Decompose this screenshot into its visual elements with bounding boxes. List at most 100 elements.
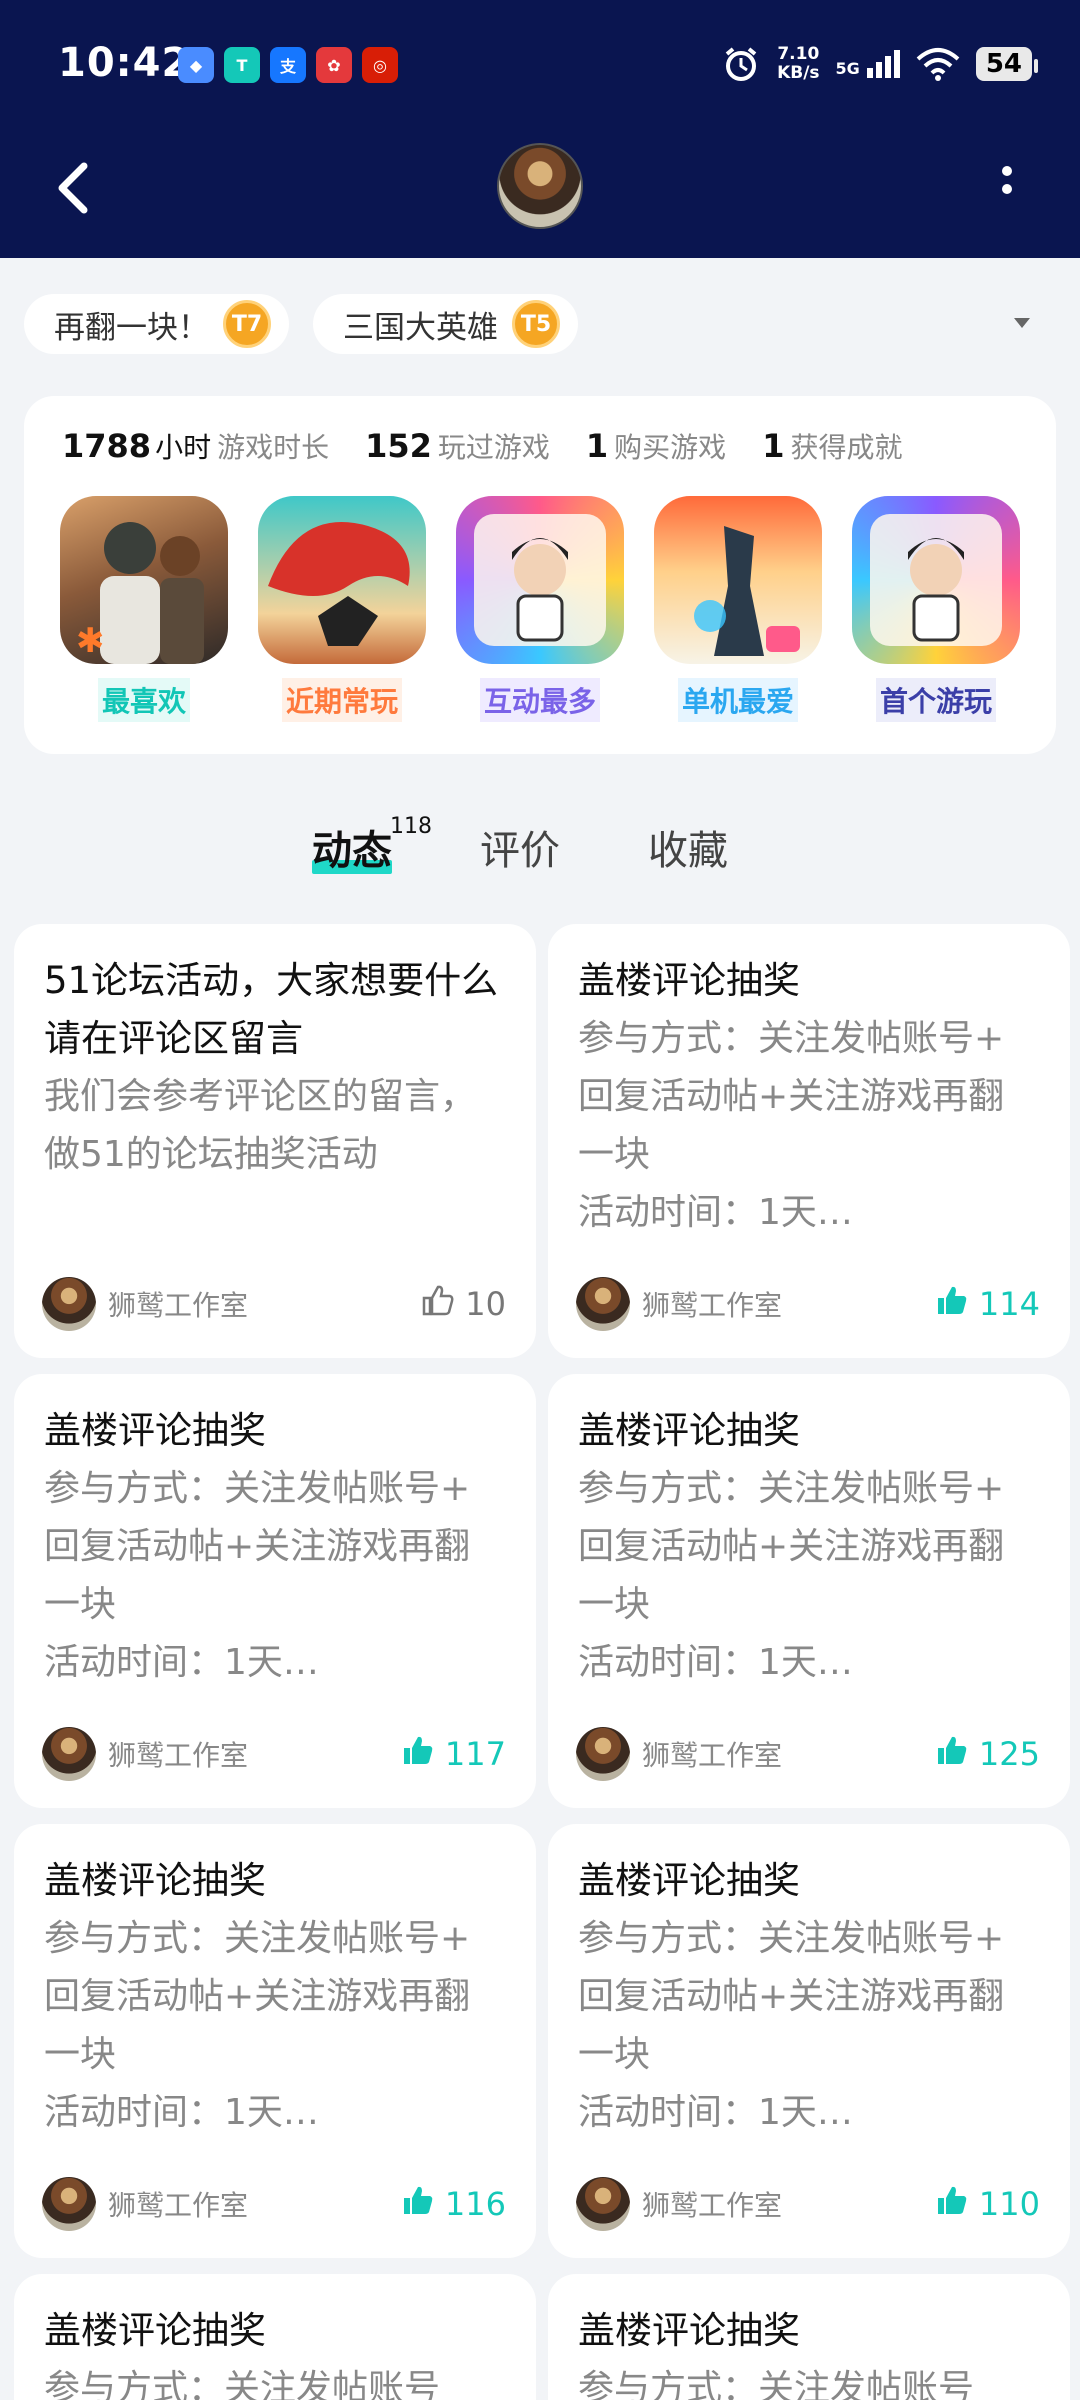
post-body: 参与方式：关注发帖账号+ 回复活动帖+关注游戏再翻一块 活动时间：1天… <box>578 1918 1005 2133</box>
game-recent[interactable]: 近期常玩 <box>258 496 426 722</box>
status-time: 10:42 <box>58 40 191 86</box>
post-card[interactable]: 盖楼评论抽奖 参与方式：关注发帖账号 <box>14 2274 536 2400</box>
game-icon <box>258 496 426 664</box>
tab-reviews[interactable]: 评价 <box>480 818 560 876</box>
level-badge-icon: T5 <box>512 300 560 348</box>
author-avatar[interactable] <box>576 1277 630 1331</box>
app-notification-icon: ◆ <box>178 47 214 83</box>
post-body: 我们会参考评论区的留言，做51的论坛抽奖活动 <box>44 1076 477 1175</box>
battery-indicator: 54 <box>975 47 1039 81</box>
chevron-down-icon[interactable] <box>1014 318 1030 328</box>
stat-games-played: 152 玩过游戏 <box>365 427 550 465</box>
post-card[interactable]: 盖楼评论抽奖参与方式：关注发帖账号+ 回复活动帖+关注游戏再翻一块 活动时间：1… <box>14 1374 536 1808</box>
flower-notification-icon: ✿ <box>316 47 352 83</box>
stats-row: 1788 小时 游戏时长 152 玩过游戏 1 购买游戏 1 获得成就 <box>62 426 902 466</box>
author-name[interactable]: 狮鹫工作室 <box>108 1734 401 1774</box>
thumbs-up-icon <box>401 2183 435 2225</box>
author-name[interactable]: 狮鹫工作室 <box>108 1284 421 1324</box>
post-title: 盖楼评论抽奖 <box>578 2309 800 2352</box>
game-first-played[interactable]: 首个游玩 <box>852 496 1020 722</box>
like-button[interactable]: 117 <box>401 1733 506 1775</box>
post-title: 盖楼评论抽奖 <box>578 1409 800 1452</box>
thumbs-up-icon <box>935 1733 969 1775</box>
more-vertical-icon[interactable] <box>1002 166 1014 206</box>
post-footer: 狮鹫工作室 125 <box>576 1726 1040 1782</box>
chip-tag-2[interactable]: 三国大英雄 T5 <box>313 294 578 354</box>
post-card[interactable]: 51论坛活动，大家想要什么请在评论区留言 我们会参考评论区的留言，做51的论坛抽奖… <box>14 924 536 1358</box>
thumbs-up-icon <box>401 1733 435 1775</box>
author-avatar[interactable] <box>42 1277 96 1331</box>
post-card[interactable]: 盖楼评论抽奖参与方式：关注发帖账号+ 回复活动帖+关注游戏再翻一块 活动时间：1… <box>548 924 1070 1358</box>
like-count: 110 <box>978 2185 1040 2223</box>
status-right: 7.10 KB/s 5G 54 <box>721 44 1039 84</box>
post-title: 盖楼评论抽奖 <box>44 1409 266 1452</box>
author-avatar[interactable] <box>42 1727 96 1781</box>
game-list: ✱ 最喜欢 近期常玩 互动最多 单机最爱 首个游玩 <box>60 496 1020 722</box>
like-button[interactable]: 125 <box>935 1733 1040 1775</box>
alarm-icon <box>725 47 757 81</box>
stat-playtime: 1788 小时 游戏时长 <box>62 427 330 465</box>
profile-avatar[interactable] <box>497 143 583 229</box>
author-name[interactable]: 狮鹫工作室 <box>642 2184 935 2224</box>
like-count: 10 <box>465 1285 506 1323</box>
post-card[interactable]: 盖楼评论抽奖参与方式：关注发帖账号+ 回复活动帖+关注游戏再翻一块 活动时间：1… <box>548 1374 1070 1808</box>
game-single-player[interactable]: 单机最爱 <box>654 496 822 722</box>
svg-text:✱: ✱ <box>76 621 105 661</box>
game-most-interactive[interactable]: 互动最多 <box>456 496 624 722</box>
author-name[interactable]: 狮鹫工作室 <box>642 1284 935 1324</box>
title-chips: 再翻一块！ T7 三国大英雄 T5 <box>24 294 578 354</box>
post-title: 盖楼评论抽奖 <box>44 2309 266 2352</box>
author-name[interactable]: 狮鹫工作室 <box>108 2184 401 2224</box>
game-icon <box>852 496 1020 664</box>
post-title: 盖楼评论抽奖 <box>578 959 800 1002</box>
stat-achievements: 1 获得成就 <box>762 427 903 465</box>
like-button[interactable]: 10 <box>421 1283 506 1325</box>
author-avatar[interactable] <box>42 2177 96 2231</box>
stat-games-bought: 1 购买游戏 <box>585 427 727 465</box>
game-icon: ✱ <box>60 496 228 664</box>
post-title: 51论坛活动，大家想要什么请在评论区留言 <box>44 959 499 1060</box>
like-count: 125 <box>978 1735 1040 1773</box>
author-name[interactable]: 狮鹫工作室 <box>642 1734 935 1774</box>
author-avatar[interactable] <box>576 1727 630 1781</box>
thumbs-up-icon <box>421 1283 455 1325</box>
taptap-notification-icon: T <box>224 47 260 83</box>
post-footer: 狮鹫工作室 110 <box>576 2176 1040 2232</box>
post-body: 参与方式：关注发帖账号+ 回复活动帖+关注游戏再翻一块 活动时间：1天… <box>44 1918 471 2133</box>
bank-notification-icon: ◎ <box>362 47 398 83</box>
signal-icon: 5G <box>836 50 900 78</box>
post-body: 参与方式：关注发帖账号 <box>578 2368 975 2400</box>
content-tabs: 动态 118 评价 收藏 <box>312 814 728 876</box>
tab-count-badge: 118 <box>390 814 432 839</box>
post-footer: 狮鹫工作室 116 <box>42 2176 506 2232</box>
game-icon <box>456 496 624 664</box>
alipay-notification-icon: 支 <box>270 47 306 83</box>
wifi-icon <box>916 48 960 81</box>
author-avatar[interactable] <box>576 2177 630 2231</box>
tab-moments[interactable]: 动态 118 <box>312 814 432 876</box>
post-body: 参与方式：关注发帖账号+ 回复活动帖+关注游戏再翻一块 活动时间：1天… <box>578 1468 1005 1683</box>
like-count: 114 <box>978 1285 1040 1323</box>
post-body: 参与方式：关注发帖账号+ 回复活动帖+关注游戏再翻一块 活动时间：1天… <box>578 1018 1005 1233</box>
like-count: 117 <box>444 1735 506 1773</box>
like-button[interactable]: 114 <box>935 1283 1040 1325</box>
stats-card: 1788 小时 游戏时长 152 玩过游戏 1 购买游戏 1 获得成就 ✱ 最喜欢 近期常… <box>24 396 1056 754</box>
post-card[interactable]: 盖楼评论抽奖参与方式：关注发帖账号+ 回复活动帖+关注游戏再翻一块 活动时间：1… <box>14 1824 536 2258</box>
post-card[interactable]: 盖楼评论抽奖参与方式：关注发帖账号 <box>548 2274 1070 2400</box>
post-title: 盖楼评论抽奖 <box>578 1859 800 1902</box>
chip-tag-1[interactable]: 再翻一块！ T7 <box>24 294 289 354</box>
post-title: 盖楼评论抽奖 <box>44 1859 266 1902</box>
game-favorite[interactable]: ✱ 最喜欢 <box>60 496 228 722</box>
tab-favorites[interactable]: 收藏 <box>648 818 728 876</box>
post-footer: 狮鹫工作室 117 <box>42 1726 506 1782</box>
post-card[interactable]: 盖楼评论抽奖参与方式：关注发帖账号+ 回复活动帖+关注游戏再翻一块 活动时间：1… <box>548 1824 1070 2258</box>
game-icon <box>654 496 822 664</box>
like-button[interactable]: 116 <box>401 2183 506 2225</box>
back-chevron-icon[interactable] <box>52 158 92 218</box>
status-bar: 10:42 ◆ T 支 ✿ ◎ 7.10 KB/s 5G 54 <box>0 0 1080 130</box>
post-footer: 狮鹫工作室 114 <box>576 1276 1040 1332</box>
like-button[interactable]: 110 <box>935 2183 1040 2225</box>
post-footer: 狮鹫工作室 10 <box>42 1276 506 1332</box>
app-header: 10:42 ◆ T 支 ✿ ◎ 7.10 KB/s 5G 54 <box>0 0 1080 258</box>
post-body: 参与方式：关注发帖账号+ 回复活动帖+关注游戏再翻一块 活动时间：1天… <box>44 1468 471 1683</box>
